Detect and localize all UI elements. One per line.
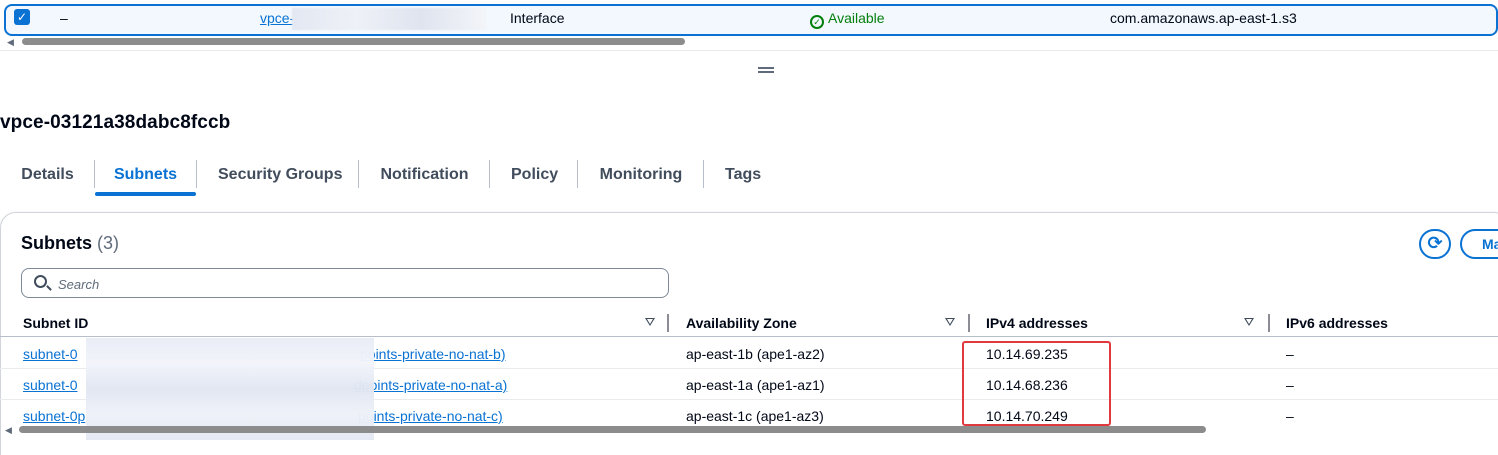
ipv6-address-cell: – [1286, 377, 1294, 393]
refresh-icon: ⟳ [1427, 233, 1443, 253]
tab-monitoring[interactable]: Monitoring [599, 158, 683, 196]
table-header-divider [0, 336, 1498, 337]
availability-zone-cell: ap-east-1a (ape1-az1) [686, 377, 825, 393]
tab-security-groups[interactable]: Security Groups [218, 158, 342, 196]
subnet-link-suffix[interactable]: points-private-no-nat-b) [360, 346, 506, 362]
subnet-link-suffix[interactable]: points-private-no-nat-c) [358, 408, 503, 424]
tab-tags[interactable]: Tags [725, 158, 761, 196]
split-divider [0, 50, 1498, 51]
scroll-left-arrow-icon[interactable]: ◀ [5, 425, 12, 436]
subnet-link-suffix[interactable]: dpoints-private-no-nat-a) [354, 377, 507, 393]
ipv6-address-cell: – [1286, 408, 1294, 424]
ipv4-highlight-box [962, 341, 1111, 426]
sort-caret-icon[interactable] [1244, 318, 1254, 326]
endpoint-id-link[interactable]: vpce- [260, 10, 294, 26]
tab-separator [358, 160, 359, 188]
checkbox-checked-icon[interactable]: ✓ [14, 9, 30, 25]
sort-caret-icon[interactable] [645, 318, 655, 326]
tab-separator [196, 160, 197, 188]
table-horizontal-scrollbar[interactable] [19, 426, 1206, 433]
column-header-ipv6-addresses[interactable]: IPv6 addresses [1286, 315, 1388, 331]
page-title: vpce-03121a38dabc8fccb [0, 112, 231, 133]
availability-zone-cell: ap-east-1c (ape1-az3) [686, 408, 824, 424]
drag-handle-icon[interactable] [758, 67, 774, 73]
subnet-link-prefix[interactable]: subnet-0 [23, 346, 77, 362]
ipv6-address-cell: – [1286, 346, 1294, 362]
active-tab-indicator [95, 192, 196, 196]
row-dash: – [60, 10, 68, 26]
availability-zone-cell: ap-east-1b (ape1-az2) [686, 346, 825, 362]
service-name: com.amazonaws.ap-east-1.s3 [1110, 10, 1297, 26]
top-horizontal-scrollbar[interactable] [22, 38, 685, 45]
subnet-link-prefix[interactable]: subnet-0p [23, 408, 85, 424]
tab-subnets[interactable]: Subnets [95, 158, 196, 196]
tab-policy[interactable]: Policy [511, 158, 558, 196]
tab-separator [489, 160, 490, 188]
tab-details[interactable]: Details [21, 158, 74, 196]
column-header-availability-zone[interactable]: Availability Zone [686, 315, 797, 331]
status-text: Available [828, 10, 885, 26]
column-resizer[interactable] [1268, 314, 1270, 332]
subnet-link-prefix[interactable]: subnet-0 [23, 377, 77, 393]
search-input[interactable] [58, 275, 658, 293]
status-available-icon: ✓ [810, 15, 824, 29]
tab-separator [577, 160, 578, 188]
manage-subnets-button[interactable]: Ma [1460, 229, 1498, 259]
endpoint-type: Interface [510, 10, 565, 26]
column-resizer[interactable] [968, 314, 970, 332]
tab-notification[interactable]: Notification [380, 158, 469, 196]
column-header-ipv4-addresses[interactable]: IPv4 addresses [986, 315, 1088, 331]
refresh-button[interactable]: ⟳ [1419, 229, 1451, 259]
redacted-area [292, 8, 486, 30]
search-icon [34, 275, 47, 288]
subnets-panel-title: Subnets (3) [21, 233, 119, 254]
tab-separator [703, 160, 704, 188]
redacted-area [86, 338, 374, 440]
panel-title-text: Subnets [21, 233, 93, 253]
column-header-subnet-id[interactable]: Subnet ID [23, 315, 88, 331]
panel-count: (3) [97, 233, 120, 253]
sort-caret-icon[interactable] [945, 318, 955, 326]
scroll-left-arrow-icon[interactable]: ◀ [7, 37, 14, 48]
column-resizer[interactable] [667, 314, 669, 332]
status-available: ✓ Available [810, 10, 885, 29]
